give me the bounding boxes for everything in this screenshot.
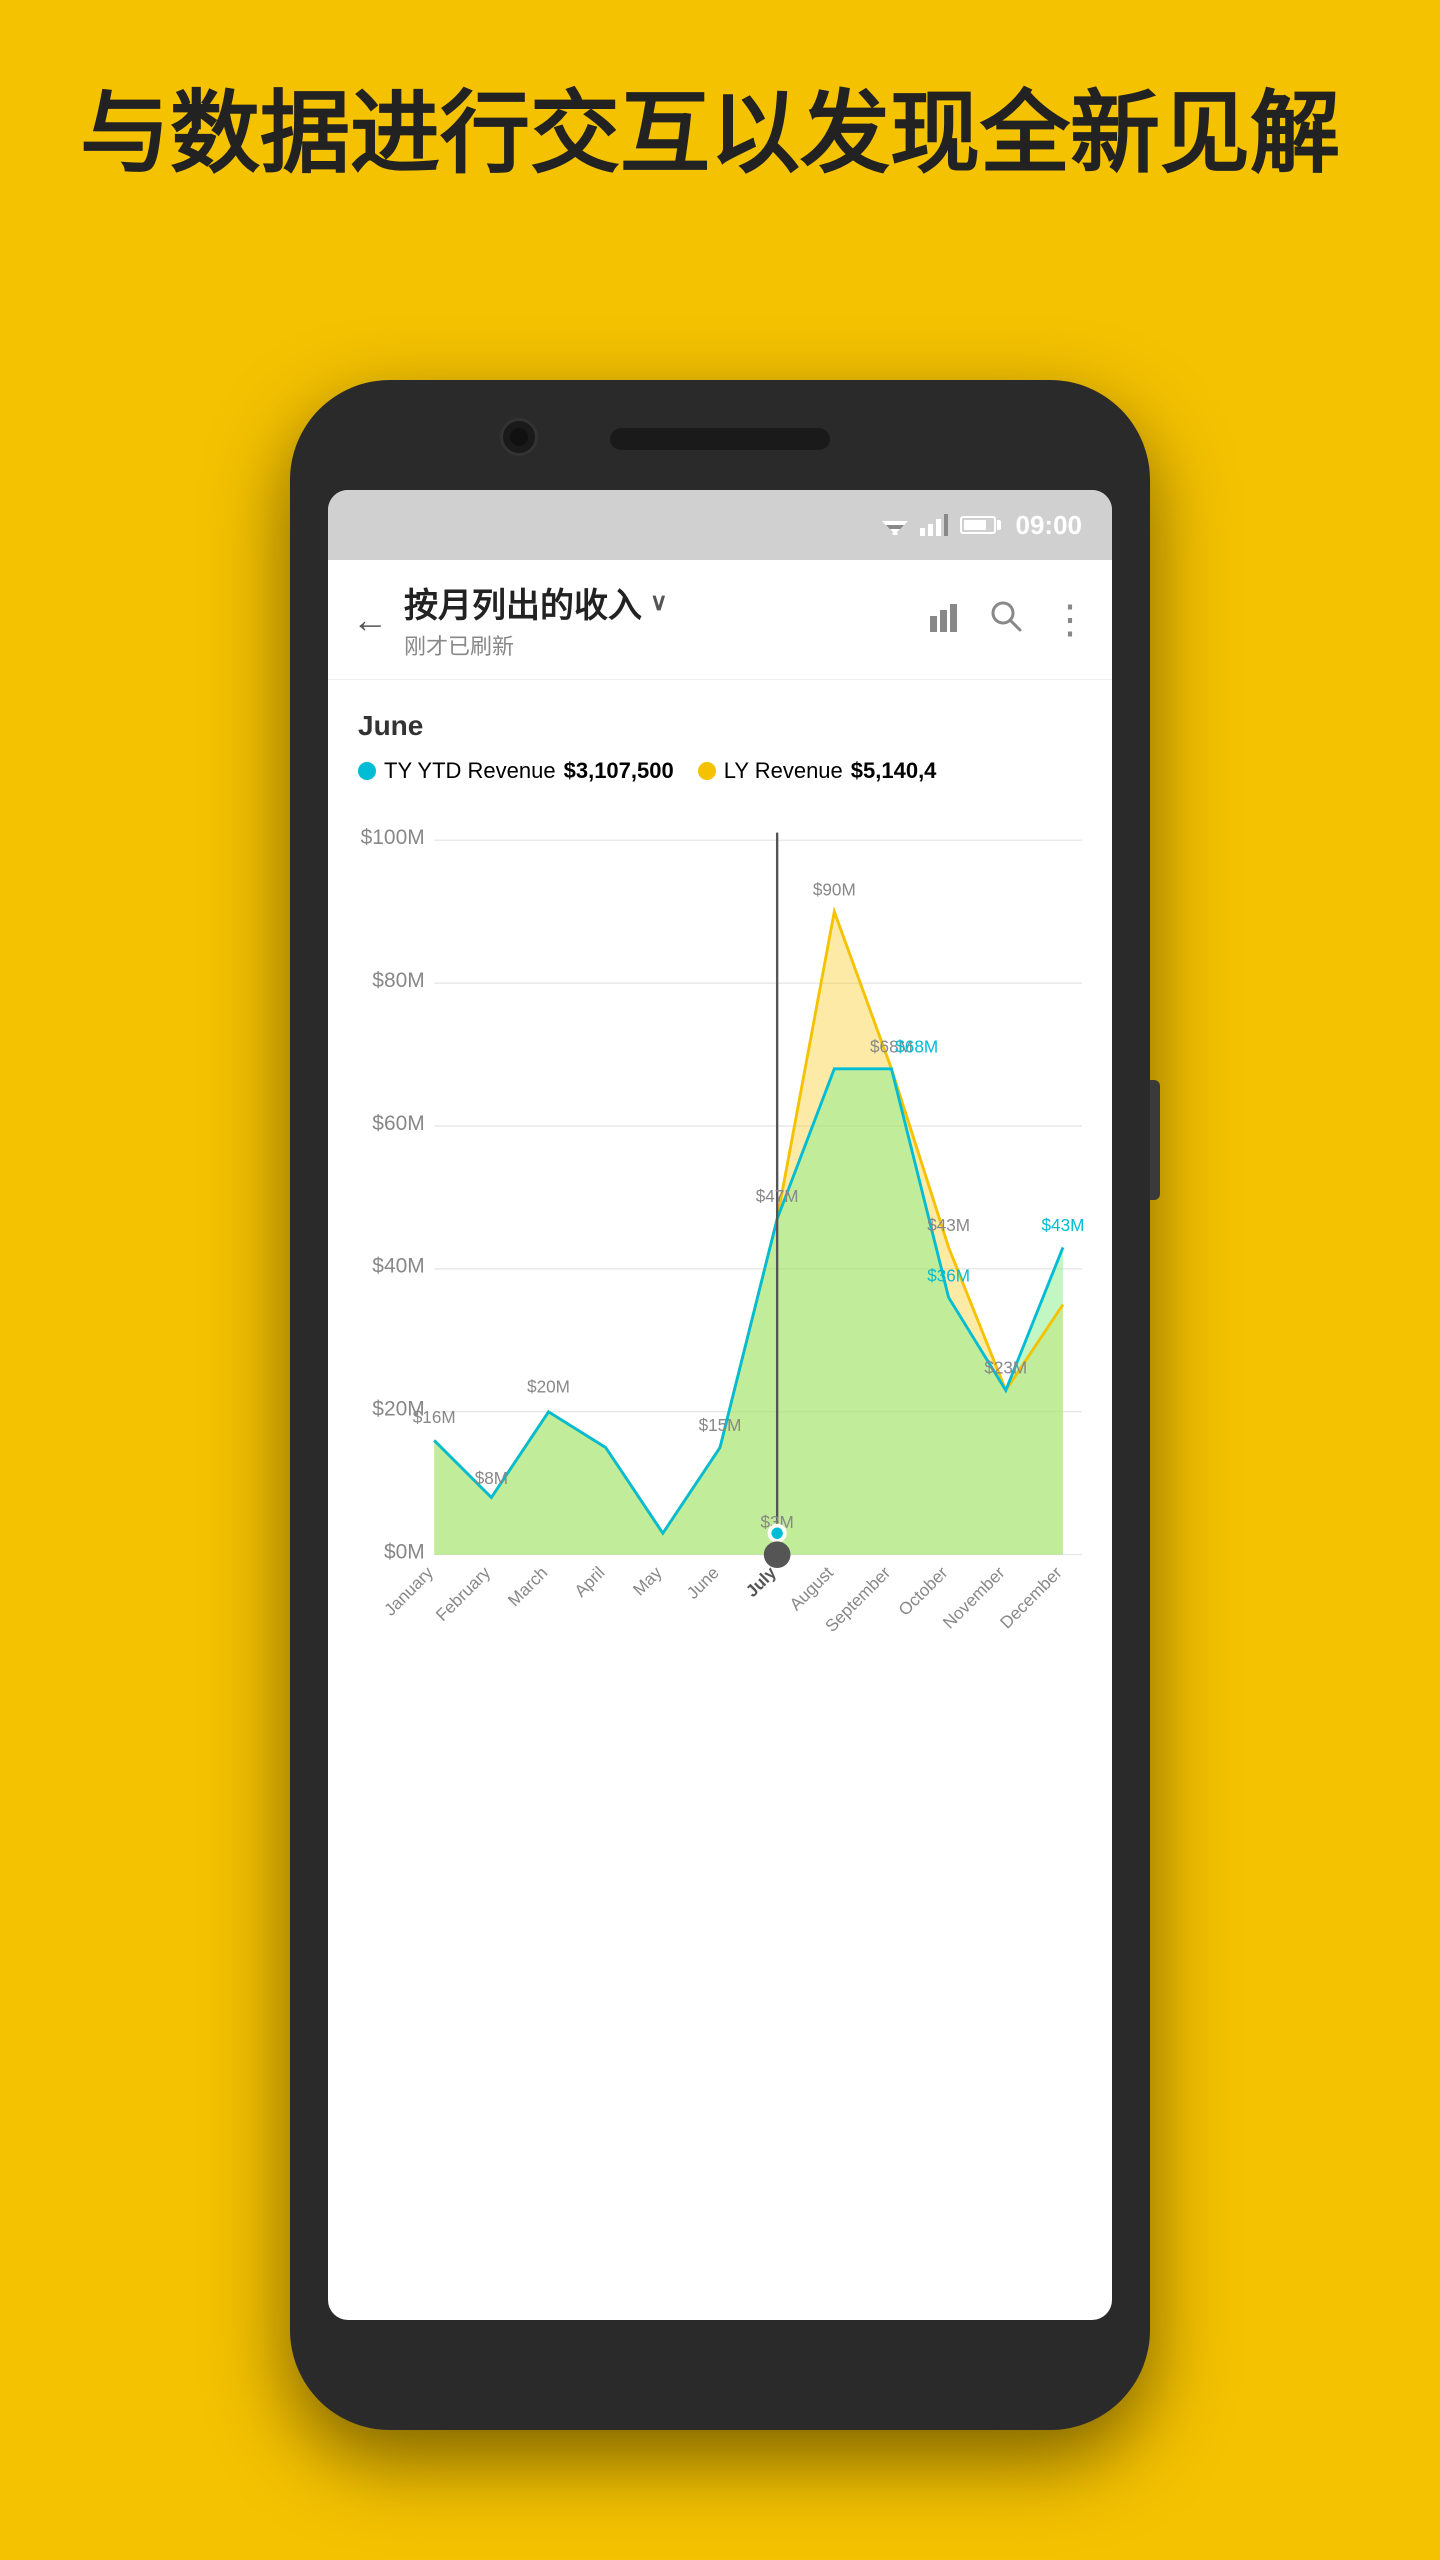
status-time: 09:00 [1016,510,1083,541]
svg-text:January: January [380,1562,438,1620]
legend-ty-dot [358,762,376,780]
back-button[interactable]: ← [352,599,388,641]
app-title: 按月列出的收入 ∨ [404,578,930,627]
headline: 与数据进行交互以发现全新见解 [80,80,1360,188]
svg-text:$16M: $16M [413,1407,456,1427]
revenue-chart[interactable]: $100M $80M $60M $40M $20M $0M [358,804,1082,1661]
legend-ty: TY YTD Revenue $3,107,500 [358,758,674,784]
svg-text:$20M: $20M [527,1377,570,1397]
chart-area: June TY YTD Revenue $3,107,500 LY Revenu… [328,680,1112,1676]
more-options-button[interactable]: ⋮ [1050,597,1088,643]
chart-legend: TY YTD Revenue $3,107,500 LY Revenue $5,… [358,758,1082,784]
svg-text:July: July [742,1562,781,1601]
svg-text:$43M: $43M [927,1215,970,1235]
chart-svg-wrapper[interactable]: $100M $80M $60M $40M $20M $0M [358,804,1082,1666]
svg-text:October: October [894,1562,951,1619]
svg-text:$60M: $60M [372,1112,424,1135]
svg-text:$23M: $23M [984,1358,1027,1378]
phone-screen: 09:00 ← 按月列出的收入 ∨ 刚才已刷新 [328,490,1112,2320]
svg-text:February: February [432,1562,495,1625]
app-bar: ← 按月列出的收入 ∨ 刚才已刷新 [328,560,1112,680]
battery-icon [960,516,996,534]
svg-text:$15M: $15M [699,1415,742,1435]
phone-speaker [610,428,830,450]
svg-text:March: March [504,1562,552,1610]
status-bar: 09:00 [328,490,1112,560]
dropdown-arrow[interactable]: ∨ [650,588,668,617]
svg-text:$68M: $68M [895,1037,938,1057]
signal-icon [920,514,948,536]
svg-text:$43M: $43M [1042,1215,1085,1235]
chart-view-button[interactable] [930,599,962,641]
wifi-icon [882,515,908,535]
toolbar-icons: ⋮ [930,597,1088,643]
title-area: 按月列出的收入 ∨ 刚才已刷新 [404,578,930,661]
phone-device: 09:00 ← 按月列出的收入 ∨ 刚才已刷新 [290,380,1150,2430]
svg-text:$100M: $100M [361,826,425,849]
svg-text:$90M: $90M [813,879,856,899]
svg-text:June: June [682,1562,722,1602]
svg-text:April: April [570,1562,608,1600]
selected-month-label: June [358,710,1082,742]
legend-ty-label: TY YTD Revenue [384,758,556,784]
search-button[interactable] [990,599,1022,641]
svg-text:$40M: $40M [372,1255,424,1278]
phone-side-button [1150,1080,1160,1200]
svg-text:$8M: $8M [475,1468,508,1488]
legend-ly-value: $5,140,4 [851,758,937,784]
svg-text:August: August [785,1562,837,1614]
svg-text:$0M: $0M [384,1540,425,1563]
phone-camera [500,418,538,456]
app-subtitle: 刚才已刷新 [404,629,930,661]
legend-ty-value: $3,107,500 [564,758,674,784]
svg-text:$80M: $80M [372,969,424,992]
legend-ly-label: LY Revenue [724,758,843,784]
svg-text:$36M: $36M [927,1265,970,1285]
svg-text:December: December [996,1562,1066,1632]
legend-ly: LY Revenue $5,140,4 [698,758,937,784]
svg-text:$47M: $47M [756,1186,799,1206]
legend-ly-dot [698,762,716,780]
svg-text:May: May [629,1562,666,1599]
